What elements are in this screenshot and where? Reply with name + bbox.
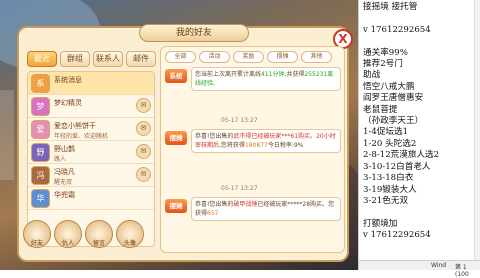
category-other[interactable]: 其他 — [301, 51, 332, 63]
message-timestamp: 05-17 13:27 — [221, 117, 258, 124]
category-events[interactable]: 活动 — [199, 51, 230, 63]
avatar: 爱 — [31, 120, 50, 139]
notepad-window: 接摇境 接托管 v 17612292654 通关率99% 推荐2号门 助战 悟空… — [358, 0, 480, 278]
message-bubble: 您当前上次离开累计离线411分钟,共获得255231离线经验, — [191, 67, 341, 91]
friend-tabs: 最近 群组 联系人 邮件 — [27, 51, 156, 67]
mail-icon[interactable]: ✉ — [136, 144, 151, 159]
contact-item[interactable]: 系系统消息 — [28, 72, 154, 95]
category-stall[interactable]: 摆摊 — [267, 51, 298, 63]
message-timestamp: 05-17 13:27 — [221, 185, 258, 192]
contact-item[interactable]: 爱爱恋小熊饼干 年轻的爱、欢迎随机 ✉ — [28, 118, 154, 141]
game-side-strip — [0, 90, 14, 180]
contact-item[interactable]: 冯冯晓凡 醒无双 ✉ — [28, 164, 154, 187]
avatar: 野 — [31, 143, 50, 162]
avatar: 华 — [31, 189, 50, 208]
status-line-ending: Wind — [431, 262, 447, 269]
avatar: 梦 — [31, 97, 50, 116]
message-tag: 摆摊 — [165, 131, 187, 145]
avatar: 系 — [31, 74, 50, 93]
tab-groups[interactable]: 群组 — [60, 51, 90, 67]
message-tag: 系统 — [165, 69, 187, 83]
notepad-status-bar: Wind 第 1 (100 — [359, 260, 480, 278]
mail-icon[interactable]: ✉ — [136, 121, 151, 136]
message-tag: 摆摊 — [165, 199, 187, 213]
category-rewards[interactable]: 奖励 — [233, 51, 264, 63]
mail-icon[interactable]: ✉ — [136, 98, 151, 113]
message-bubble: 恭喜!您出售的破甲战锤已经被玩家*****28购买。您获得657 — [191, 197, 341, 221]
messages-button[interactable]: 留言 — [85, 220, 113, 248]
enemies-button[interactable]: 仇人 — [54, 220, 82, 248]
avatar: 冯 — [31, 166, 50, 185]
message-item: 摆摊 恭喜!您出售的破甲战锤已经被玩家*****28购买。您获得657 — [165, 197, 341, 221]
category-all[interactable]: 全部 — [165, 51, 196, 63]
bottom-icon-bar: 好友 仇人 留言 头像 — [23, 220, 144, 248]
tab-recent[interactable]: 最近 — [27, 51, 57, 67]
tab-contacts[interactable]: 联系人 — [93, 51, 123, 67]
friends-panel: 我的好友 X 最近 群组 联系人 邮件 系系统消息梦梦幻精灵 ✉ 爱爱恋小熊饼干 年轻… — [17, 24, 353, 262]
avatar-button[interactable]: 头像 — [116, 220, 144, 248]
message-item: 系统 您当前上次离开累计离线411分钟,共获得255231离线经验, — [165, 67, 341, 91]
contact-name: 系统消息 — [54, 76, 82, 84]
contact-item[interactable]: 野野山鹊 路人 ✉ — [28, 141, 154, 164]
tab-mail[interactable]: 邮件 — [126, 51, 156, 67]
notepad-scrollbar[interactable] — [474, 0, 480, 260]
game-window: 我的好友 X 最近 群组 联系人 邮件 系系统消息梦梦幻精灵 ✉ 爱爱恋小熊饼干 年轻… — [0, 0, 358, 270]
notepad-text[interactable]: 接摇境 接托管 v 17612292654 通关率99% 推荐2号门 助战 悟空… — [359, 0, 480, 242]
contact-name: 华兜霜 — [54, 191, 75, 199]
contact-item[interactable]: 梦梦幻精灵 ✉ — [28, 95, 154, 118]
mail-icon[interactable]: ✉ — [136, 167, 151, 182]
message-bubble: 恭喜!您出售的武不得已经被玩家***61购买。20小时审核期后,您将获得1808… — [191, 129, 341, 153]
chat-area: 全部 活动 奖励 摆摊 其他 系统 您当前上次离开累计离线411分钟,共获得255… — [160, 46, 345, 253]
contact-item[interactable]: 华华兜霜 — [28, 187, 154, 210]
status-position: 第 1 (100 — [455, 264, 469, 278]
message-item: 摆摊 恭喜!您出售的武不得已经被玩家***61购买。20小时审核期后,您将获得18… — [165, 129, 341, 153]
message-category-tabs: 全部 活动 奖励 摆摊 其他 — [165, 51, 332, 63]
panel-title: 我的好友 — [139, 24, 249, 42]
friends-button[interactable]: 好友 — [23, 220, 51, 248]
